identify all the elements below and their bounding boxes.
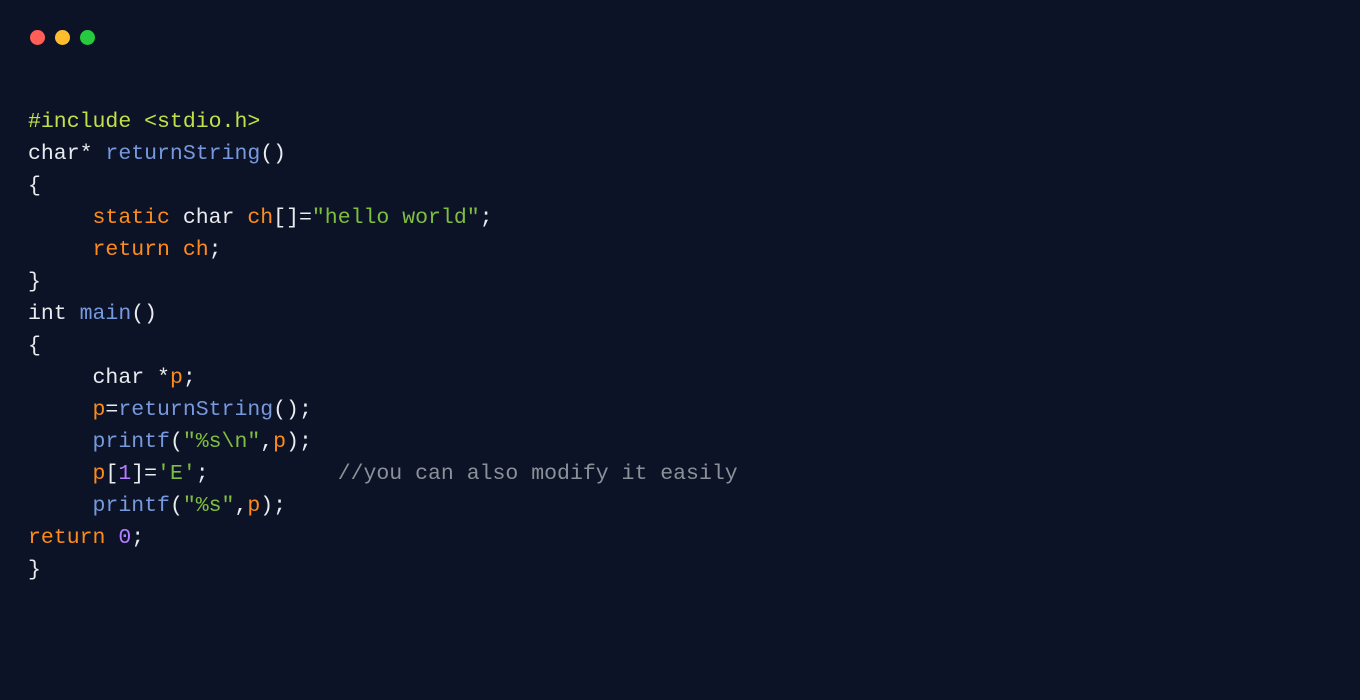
number-literal: 1 xyxy=(118,462,131,486)
paren-pair: () xyxy=(260,142,286,166)
char-literal: 'E' xyxy=(157,462,196,486)
close-brace: } xyxy=(28,270,41,294)
comma: , xyxy=(234,494,247,518)
comment: //you can also modify it easily xyxy=(338,462,738,486)
string-literal: "%s" xyxy=(183,494,235,518)
type-keyword: char xyxy=(28,142,80,166)
string-literal: "%s\n" xyxy=(183,430,260,454)
function-name: returnString xyxy=(105,142,260,166)
open-paren: ( xyxy=(170,494,183,518)
return-keyword: return xyxy=(93,238,170,262)
comma: , xyxy=(260,430,273,454)
equals: = xyxy=(105,398,118,422)
include-header: <stdio.h> xyxy=(144,110,260,134)
identifier: p xyxy=(247,494,260,518)
close-paren-semi: ); xyxy=(286,430,312,454)
traffic-light-zoom-icon[interactable] xyxy=(80,30,95,45)
function-call: printf xyxy=(93,430,170,454)
type-keyword: int xyxy=(28,302,67,326)
close-paren-semi: ); xyxy=(260,494,286,518)
traffic-light-minimize-icon[interactable] xyxy=(55,30,70,45)
paren-semi: (); xyxy=(273,398,312,422)
code-block: #include <stdio.h> char* returnString() … xyxy=(0,56,1360,586)
string-literal: "hello world" xyxy=(312,206,480,230)
type-keyword: char xyxy=(183,206,235,230)
open-paren: ( xyxy=(170,430,183,454)
function-call: printf xyxy=(93,494,170,518)
close-brace: } xyxy=(28,558,41,582)
type-keyword: char xyxy=(93,366,145,390)
semicolon: ; xyxy=(131,526,144,550)
function-name: main xyxy=(80,302,132,326)
traffic-light-close-icon[interactable] xyxy=(30,30,45,45)
semicolon: ; xyxy=(209,238,222,262)
pointer-star: * xyxy=(80,142,93,166)
preprocessor-directive: #include xyxy=(28,110,131,134)
number-literal: 0 xyxy=(118,526,131,550)
open-brace: { xyxy=(28,334,41,358)
open-bracket: [ xyxy=(105,462,118,486)
function-call: returnString xyxy=(118,398,273,422)
pointer-star: * xyxy=(157,366,170,390)
semicolon: ; xyxy=(183,366,196,390)
brackets-eq: []= xyxy=(273,206,312,230)
identifier: p xyxy=(93,398,106,422)
close-bracket-eq: ]= xyxy=(131,462,157,486)
semicolon: ; xyxy=(196,462,209,486)
paren-pair: () xyxy=(131,302,157,326)
identifier: ch xyxy=(247,206,273,230)
return-keyword: return xyxy=(28,526,105,550)
semicolon: ; xyxy=(480,206,493,230)
identifier: p xyxy=(170,366,183,390)
open-brace: { xyxy=(28,174,41,198)
code-window: #include <stdio.h> char* returnString() … xyxy=(0,0,1360,700)
static-keyword: static xyxy=(93,206,170,230)
identifier: p xyxy=(273,430,286,454)
window-titlebar xyxy=(0,0,1360,56)
identifier: p xyxy=(93,462,106,486)
identifier: ch xyxy=(183,238,209,262)
